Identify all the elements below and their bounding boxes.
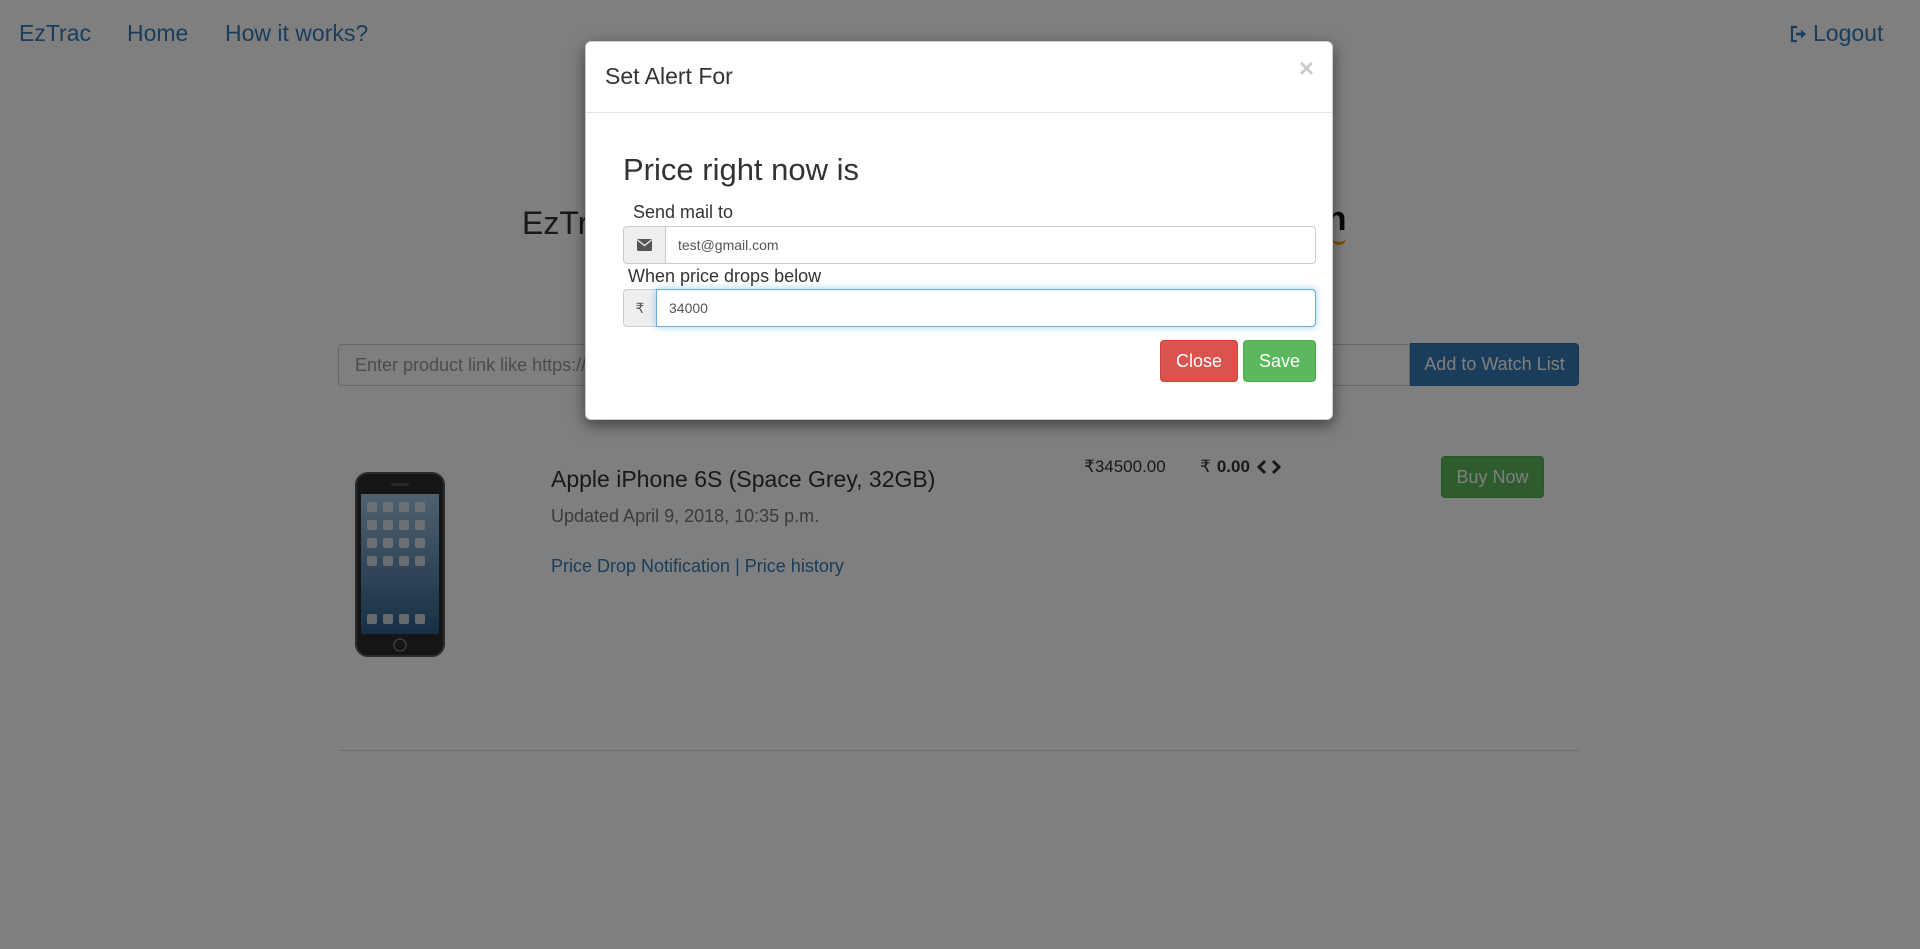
rupee-icon: ₹ <box>623 289 656 327</box>
send-mail-label: Send mail to <box>633 202 734 222</box>
modal-header: Set Alert For × <box>586 42 1332 113</box>
modal-title: Set Alert For <box>605 63 733 89</box>
close-icon[interactable]: × <box>1299 55 1314 81</box>
email-field[interactable] <box>665 226 1316 264</box>
modal-heading: Price right now is <box>623 152 860 187</box>
price-threshold-label: When price drops below <box>628 266 822 286</box>
email-input-group <box>623 226 1316 264</box>
save-button[interactable]: Save <box>1243 340 1316 382</box>
envelope-icon <box>623 226 665 264</box>
close-button[interactable]: Close <box>1160 340 1238 382</box>
page: EzTrac Home How it works? Logout EzTr zo… <box>0 0 1920 949</box>
price-input-group: ₹ <box>623 289 1316 327</box>
price-threshold-field[interactable] <box>656 289 1316 327</box>
set-alert-modal: Set Alert For × Price right now is Send … <box>585 41 1333 420</box>
